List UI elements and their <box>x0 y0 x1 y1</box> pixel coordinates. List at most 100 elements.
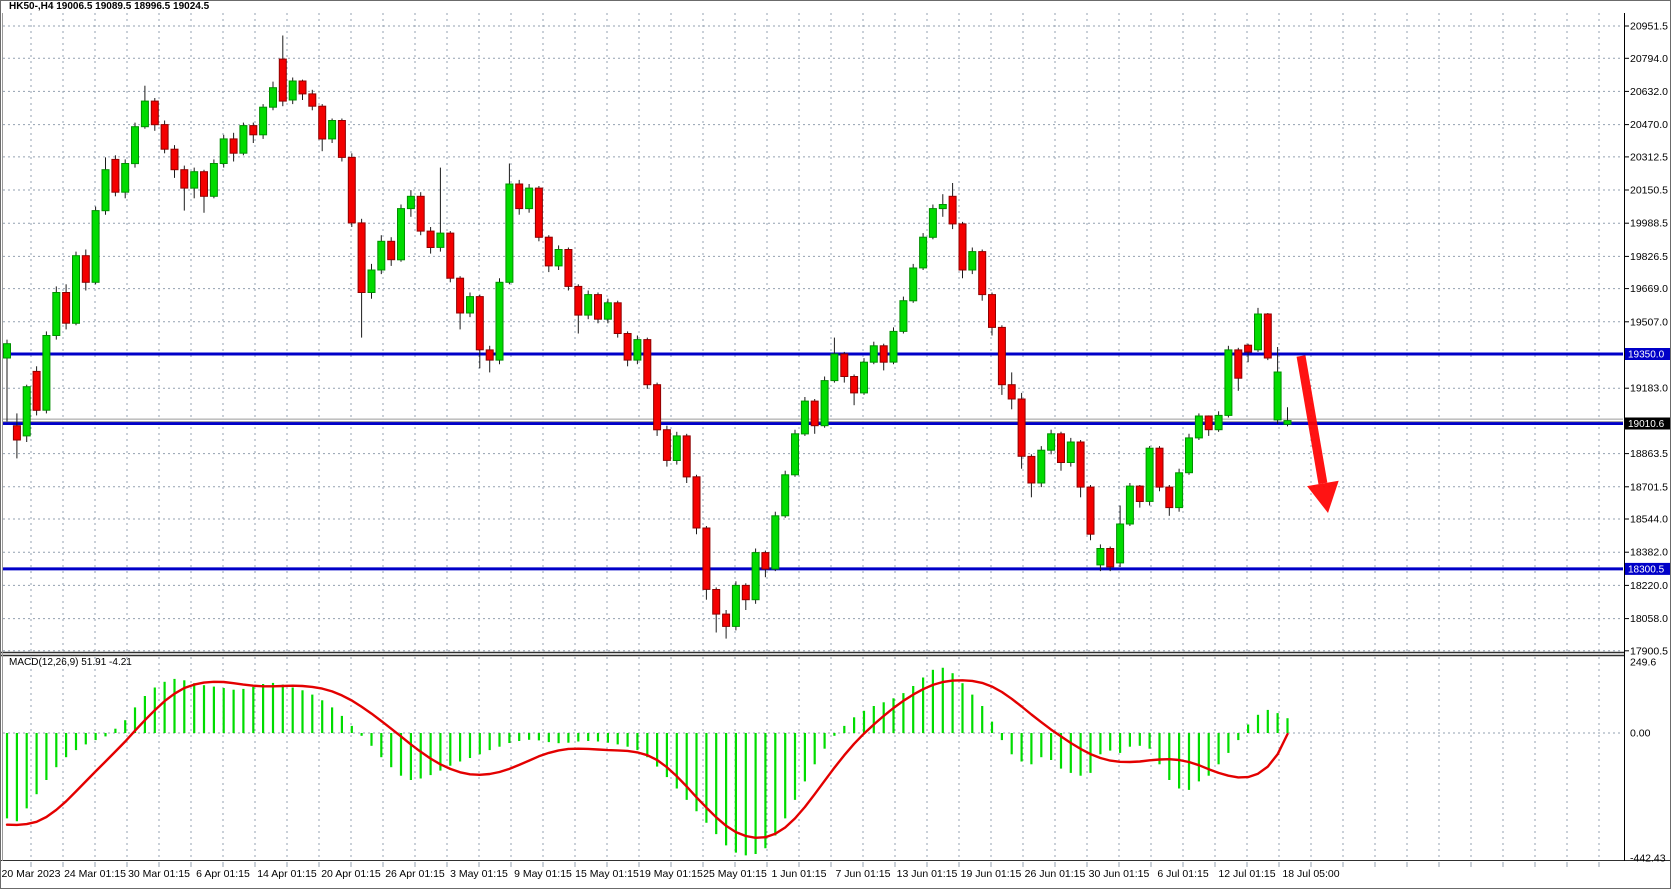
price-axis-label: 19183.0 <box>1630 383 1668 395</box>
candle-body <box>427 231 434 247</box>
date-label: 6 Jul 01:15 <box>1157 868 1209 880</box>
macd-signal-line <box>7 680 1288 838</box>
candle-body <box>555 250 562 266</box>
candle-body <box>486 350 493 360</box>
candle-body <box>201 172 208 197</box>
candle-body <box>880 346 887 362</box>
candle-body <box>693 477 700 528</box>
price-axis[interactable]: 20951.5 20794.0 20632.0 20470.0 20312.5 20150… <box>1624 21 1671 865</box>
candle-body <box>890 331 897 362</box>
date-label: 3 May 01:15 <box>450 868 508 880</box>
date-label: 12 Jul 01:15 <box>1218 868 1275 880</box>
candle-body <box>752 553 759 600</box>
price-tag-text: 19010.6 <box>1628 419 1665 430</box>
candle-body <box>1018 399 1025 456</box>
candle-body <box>1235 350 1242 378</box>
candle-body <box>1186 438 1193 473</box>
price-axis-label: 20632.0 <box>1630 86 1668 98</box>
chart-title-bar: HK50-,H4 19006.5 19089.5 18996.5 19024.5 <box>1 1 1670 13</box>
date-label: 25 May 01:15 <box>703 868 767 880</box>
price-axis-label: 20470.0 <box>1630 119 1668 131</box>
candle-body <box>673 436 680 461</box>
candle-body <box>535 188 542 237</box>
candle-body <box>437 233 444 247</box>
candle-body <box>112 159 119 192</box>
candle-body <box>476 297 483 350</box>
price-axis-label: 18382.0 <box>1630 547 1668 559</box>
price-axis-label: 18863.5 <box>1630 448 1668 460</box>
candle-body <box>831 354 838 381</box>
candle-body <box>1028 456 1035 483</box>
candle-body <box>998 327 1005 384</box>
candle-body <box>358 223 365 293</box>
candle-body <box>43 336 50 411</box>
date-label: 20 Apr 01:15 <box>321 868 381 880</box>
candle-body <box>230 139 237 153</box>
price-axis-label: 19826.5 <box>1630 251 1668 263</box>
macd-indicator-label: MACD(12,26,9) 51.91 -4.21 <box>9 657 132 668</box>
candle-body <box>713 590 720 615</box>
candle-body <box>1156 448 1163 487</box>
candle-body <box>1077 442 1084 487</box>
candle-body <box>989 295 996 328</box>
candle-body <box>575 286 582 315</box>
candle-body <box>545 237 552 266</box>
candle-body <box>644 340 651 385</box>
price-axis-label: 20150.5 <box>1630 185 1668 197</box>
candle-body <box>388 241 395 259</box>
candle-body <box>920 237 927 268</box>
chart-svg[interactable]: 20951.5 20794.0 20632.0 20470.0 20312.5 20150… <box>1 1 1671 889</box>
candle-body <box>1048 434 1055 450</box>
candle-body <box>368 270 375 293</box>
candle-body <box>762 553 769 569</box>
candle-body <box>1038 450 1045 483</box>
price-axis-label: 20794.0 <box>1630 53 1668 65</box>
chart-title-text: HK50-,H4 19006.5 19089.5 18996.5 19024.5 <box>9 1 209 12</box>
candle-body <box>102 170 109 211</box>
price-axis-label: 20951.5 <box>1630 21 1668 33</box>
candle-body <box>595 295 602 320</box>
candle-body <box>1215 415 1222 429</box>
candle-body <box>122 164 129 193</box>
macd-axis-label: 249.6 <box>1630 656 1656 668</box>
candle-body <box>1205 416 1212 430</box>
date-label: 7 Jun 01:15 <box>836 868 891 880</box>
candle-body <box>949 196 956 224</box>
candle-body <box>1284 421 1291 425</box>
candle-body <box>92 211 99 283</box>
candle-body <box>959 224 966 270</box>
macd-axis-label: -442.43 <box>1630 853 1666 865</box>
candle-body <box>663 430 670 461</box>
candle-body <box>614 303 621 334</box>
candle-body <box>181 170 188 188</box>
price-axis-label: 19988.5 <box>1630 218 1668 230</box>
candle-body <box>841 354 848 377</box>
candle-body <box>1166 487 1173 508</box>
candle-body <box>299 81 306 94</box>
time-axis[interactable]: 20 Mar 202324 Mar 01:1530 Mar 01:156 Apr… <box>2 868 1340 880</box>
price-axis-label: 20312.5 <box>1630 151 1668 163</box>
candle-body <box>1136 486 1143 501</box>
arrow-shaft <box>1301 356 1323 483</box>
candle-body <box>929 209 936 238</box>
candle-body <box>4 344 11 358</box>
candle-body <box>910 268 917 301</box>
terminal-window: HK50-,H4 19006.5 19089.5 18996.5 19024.5… <box>0 0 1671 889</box>
price-axis-label: 18544.0 <box>1630 514 1668 526</box>
candle-body <box>191 172 198 188</box>
price-tag-text: 19350.0 <box>1628 350 1665 361</box>
candle-body <box>732 585 739 626</box>
down-arrow-annotation[interactable] <box>1301 356 1339 513</box>
candle-body <box>723 614 730 626</box>
candle-body <box>516 184 523 209</box>
candle-body <box>1126 486 1133 524</box>
price-axis-label: 19669.0 <box>1630 283 1668 295</box>
candle-body <box>1274 372 1281 420</box>
candle-body <box>506 184 513 282</box>
candle-body <box>565 250 572 287</box>
candle-body <box>1087 487 1094 534</box>
candle-body <box>900 301 907 332</box>
candle-body <box>1097 549 1104 565</box>
candle-body <box>82 256 89 283</box>
date-label: 20 Mar 2023 <box>2 868 61 880</box>
